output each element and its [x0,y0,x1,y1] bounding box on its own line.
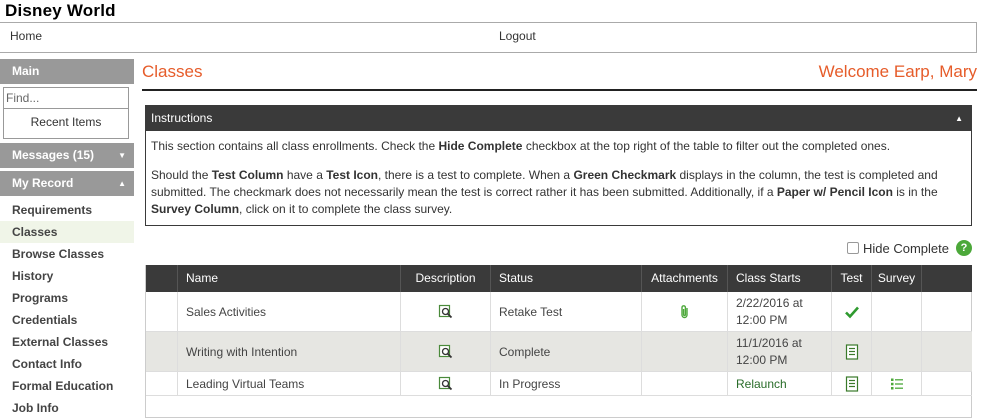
test-icon[interactable] [845,343,859,360]
title-divider [142,89,977,91]
recent-items-button[interactable]: Recent Items [4,109,128,136]
sidebar-item-requirements[interactable]: Requirements [0,199,134,221]
help-icon[interactable]: ? [956,240,972,256]
class-start-time: 12:00 PM [736,312,788,327]
class-status: In Progress [491,372,642,395]
instructions-paragraph: Should the Test Column have a Test Icon,… [151,168,938,216]
messages-label: Messages (15) [12,148,95,162]
sidebar-messages-header[interactable]: Messages (15) ▼ [0,143,134,168]
chevron-up-icon: ▲ [118,179,126,188]
table-row[interactable]: Writing with Intention Complete 11/1/201… [146,332,972,372]
my-record-label: My Record [12,176,74,190]
sidebar-item-browse-classes[interactable]: Browse Classes [0,243,134,265]
sidebar-item-job-info[interactable]: Job Info [0,397,134,419]
home-link[interactable]: Home [10,29,42,43]
sidebar-item-formal-education[interactable]: Formal Education [0,375,134,397]
relaunch-link[interactable]: Relaunch [736,377,787,391]
instructions-panel: Instructions ▲ This section contains all… [145,105,972,226]
page-title: Classes [142,62,203,81]
header-test[interactable]: Test [832,265,872,292]
instructions-header[interactable]: Instructions ▲ [146,106,971,131]
app-title: Disney World [5,1,116,20]
top-nav: Home Logout [0,22,977,53]
sidebar-item-history[interactable]: History [0,265,134,287]
description-icon[interactable] [438,344,454,360]
class-status: Retake Test [491,292,642,331]
hide-complete-control: Hide Complete ? [847,238,972,258]
logout-link[interactable]: Logout [499,29,536,43]
search-box: Recent Items [3,87,129,139]
sidebar-my-record-header[interactable]: My Record ▲ [0,171,134,196]
class-start-time: 12:00 PM [736,352,788,367]
paperclip-icon[interactable] [678,304,692,320]
class-name[interactable]: Sales Activities [178,292,401,331]
sidebar-item-credentials[interactable]: Credentials [0,309,134,331]
sidebar-item-programs[interactable]: Programs [0,287,134,309]
instructions-title: Instructions [151,111,213,125]
header-extra [922,265,972,292]
instructions-paragraph: This section contains all class enrollme… [151,139,891,153]
search-input[interactable] [4,88,128,109]
class-start-date: 11/1/2016 at [736,335,802,350]
sidebar-item-classes[interactable]: Classes [0,221,134,243]
class-status: Complete [491,332,642,371]
classes-table: Name Description Status Attachments Clas… [145,265,972,418]
hide-complete-checkbox[interactable] [847,242,859,254]
sidebar-item-contact-info[interactable]: Contact Info [0,353,134,375]
test-icon[interactable] [845,375,859,392]
sidebar-main-header[interactable]: Main [0,59,134,84]
header-select [146,265,178,292]
header-status[interactable]: Status [491,265,642,292]
checkmark-icon [844,306,859,318]
header-name[interactable]: Name [178,265,401,292]
header-attachments[interactable]: Attachments [642,265,728,292]
table-row[interactable]: Leading Virtual Teams In Progress Relaun… [146,372,972,396]
description-icon[interactable] [438,376,454,392]
class-name[interactable]: Writing with Intention [178,332,401,371]
sidebar: Main Recent Items Messages (15) ▼ My Reco… [0,59,134,418]
sidebar-item-external-classes[interactable]: External Classes [0,331,134,353]
sidebar-main-label: Main [12,64,40,78]
survey-icon[interactable] [890,377,904,391]
class-name[interactable]: Leading Virtual Teams [178,372,401,395]
header-description[interactable]: Description [401,265,491,292]
welcome-message: Welcome Earp, Mary [818,62,977,81]
chevron-down-icon: ▼ [118,151,126,160]
table-row[interactable]: Sales Activities Retake Test 2/22/2016 a… [146,292,972,332]
header-survey[interactable]: Survey [872,265,922,292]
class-start-date: 2/22/2016 at [736,295,803,310]
hide-complete-label[interactable]: Hide Complete [863,241,949,256]
instructions-body: This section contains all class enrollme… [146,131,971,225]
description-icon[interactable] [438,304,454,320]
header-class-starts[interactable]: Class Starts [728,265,832,292]
collapse-icon[interactable]: ▲ [955,106,963,131]
